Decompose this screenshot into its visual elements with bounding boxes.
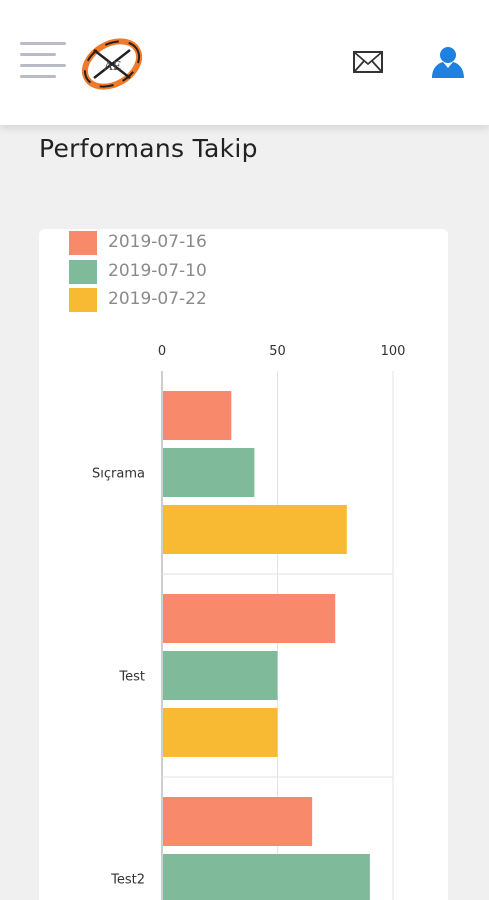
bar[interactable] xyxy=(163,708,278,757)
bar[interactable] xyxy=(163,854,370,900)
bar[interactable] xyxy=(163,651,278,700)
legend-label: 2019-07-22 xyxy=(108,289,207,309)
chart-bars xyxy=(163,391,370,900)
envelope-icon[interactable] xyxy=(352,48,384,76)
x-tick-label: 50 xyxy=(269,344,286,359)
bar[interactable] xyxy=(163,391,232,440)
performance-chart-card: 0 50 100 Sıçrama Test Test2 2019-07-16 2019-07… xyxy=(39,229,448,900)
category-label: Test xyxy=(118,670,145,685)
hamburger-menu-icon[interactable] xyxy=(20,40,66,84)
svg-text:AE: AE xyxy=(103,59,121,73)
legend-swatch xyxy=(69,231,97,255)
brand-logo-icon: AE xyxy=(81,38,143,90)
category-label: Sıçrama xyxy=(92,467,145,482)
performance-bar-chart: 0 50 100 Sıçrama Test Test2 xyxy=(92,344,406,900)
bar[interactable] xyxy=(163,505,347,554)
user-icon[interactable] xyxy=(430,44,466,80)
legend-label: 2019-07-10 xyxy=(108,260,207,281)
legend-label: 2019-07-16 xyxy=(108,232,207,252)
category-label: Test2 xyxy=(110,873,145,888)
page-title: Performans Takip xyxy=(39,134,258,163)
x-tick-label: 100 xyxy=(381,344,406,359)
legend-swatch xyxy=(69,259,97,284)
bar[interactable] xyxy=(163,594,336,643)
app-header: AE xyxy=(0,0,489,125)
legend-swatch xyxy=(69,288,97,312)
x-tick-label: 0 xyxy=(158,344,166,359)
bar[interactable] xyxy=(163,797,313,846)
bar[interactable] xyxy=(163,448,255,497)
